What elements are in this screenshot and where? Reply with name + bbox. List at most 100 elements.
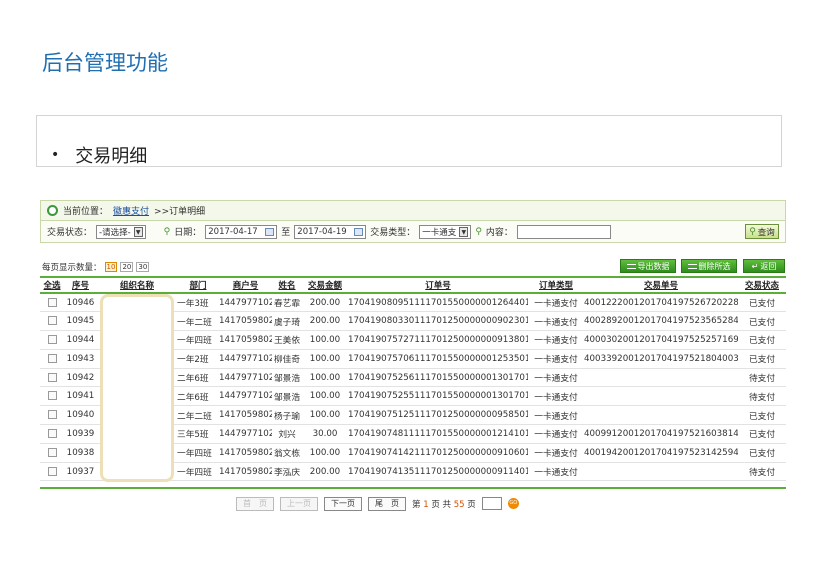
- department: 一年二班: [177, 311, 219, 332]
- page-jump-input[interactable]: [481, 497, 502, 510]
- export-button[interactable]: 导出数据: [620, 259, 676, 273]
- row-checkbox[interactable]: [47, 428, 57, 438]
- customer-name: 柳佳奇: [272, 349, 302, 369]
- merchant-id: 1447977102: [219, 368, 272, 388]
- calendar-icon[interactable]: [354, 227, 364, 236]
- page-size-20[interactable]: 20: [120, 262, 134, 272]
- row-checkbox[interactable]: [47, 447, 57, 457]
- merchant-id: 1447977102: [219, 349, 272, 369]
- delete-selected-button[interactable]: 删除所选: [681, 259, 737, 273]
- column-header[interactable]: 交易状态: [738, 277, 786, 294]
- page-size-30[interactable]: 30: [136, 262, 150, 272]
- column-header[interactable]: 序号: [64, 277, 97, 294]
- select-all-header[interactable]: 全选: [40, 277, 64, 294]
- row-checkbox[interactable]: [47, 372, 57, 382]
- row-checkbox-cell: [40, 405, 64, 426]
- delete-icon: [687, 263, 697, 269]
- transaction-status: 已支付: [738, 443, 786, 463]
- breadcrumb-link[interactable]: 徽惠支付: [113, 204, 149, 217]
- merchant-id: 1447977102: [219, 386, 272, 407]
- transaction-number: 4001222001201704197526720228: [584, 293, 738, 313]
- pagination: 首 页 上一页 下一页 尾 页 第 1 页 共 55 页 GO: [236, 496, 519, 511]
- merchant-id: 1417059802: [219, 311, 272, 332]
- department: 二年6班: [177, 386, 219, 407]
- transaction-status: 待支付: [738, 462, 786, 482]
- column-header[interactable]: 交易金额: [302, 277, 348, 294]
- merchant-id: 1417059802: [219, 443, 272, 463]
- row-checkbox[interactable]: [47, 353, 57, 363]
- order-number: 170419080330111701250000000902301: [348, 311, 528, 332]
- column-header[interactable]: 订单号: [348, 277, 528, 294]
- row-id: 10941: [64, 386, 97, 407]
- bullet: •: [51, 147, 60, 163]
- amount: 200.00: [302, 462, 348, 482]
- customer-name: 邹景浩: [272, 368, 302, 388]
- transaction-number: [584, 462, 738, 482]
- date-label: 日期：: [174, 228, 202, 238]
- row-checkbox[interactable]: [47, 391, 57, 401]
- date-to-value: 2017-04-19: [297, 226, 347, 237]
- header-label: 序号: [71, 281, 89, 291]
- page-size-label: 每页显示数量：: [42, 263, 102, 273]
- order-number: 170419075125111701250000000958501: [348, 405, 528, 426]
- row-id: 10939: [64, 424, 97, 444]
- column-header[interactable]: 商户号: [219, 277, 272, 294]
- column-header[interactable]: 组织名称: [97, 277, 177, 294]
- export-button-label: 导出数据: [637, 261, 670, 271]
- row-checkbox-cell: [40, 349, 64, 369]
- page-info: 第 1 页 共 55 页: [412, 498, 476, 510]
- transaction-status: 已支付: [738, 405, 786, 426]
- delete-button-label: 删除所选: [698, 261, 731, 271]
- amount: 100.00: [302, 349, 348, 369]
- status-select[interactable]: -请选择- ▼: [96, 224, 146, 239]
- first-page-button[interactable]: 首 页: [236, 496, 274, 511]
- header-label: 订单号: [425, 281, 451, 291]
- row-checkbox[interactable]: [47, 297, 57, 307]
- order-type: 一卡通支付: [528, 405, 584, 426]
- header-label: 订单类型: [538, 281, 573, 291]
- last-page-button[interactable]: 尾 页: [368, 496, 406, 511]
- type-select-value: 一卡通支: [422, 227, 457, 238]
- date-to-input[interactable]: 2017-04-19: [294, 224, 367, 239]
- row-checkbox[interactable]: [47, 316, 57, 326]
- page-info-mid: 页 共: [431, 499, 452, 510]
- transaction-status: 已支付: [738, 330, 786, 350]
- date-from-input[interactable]: 2017-04-17: [205, 224, 278, 239]
- row-checkbox[interactable]: [47, 410, 57, 420]
- column-header[interactable]: 姓名: [272, 277, 302, 294]
- transaction-number: 4009912001201704197521603814: [584, 424, 738, 444]
- amount: 200.00: [302, 311, 348, 332]
- customer-name: 虞子琦: [272, 311, 302, 332]
- row-id: 10945: [64, 311, 97, 332]
- current-page: 1: [423, 499, 429, 510]
- column-header[interactable]: 部门: [177, 277, 219, 294]
- prev-page-button[interactable]: 上一页: [280, 496, 318, 511]
- row-id: 10944: [64, 330, 97, 350]
- row-id: 10942: [64, 368, 97, 388]
- column-header[interactable]: 订单类型: [528, 277, 584, 294]
- back-button[interactable]: ↵ 返回: [743, 259, 785, 273]
- content-input[interactable]: [516, 224, 611, 239]
- row-checkbox-cell: [40, 330, 64, 350]
- row-checkbox[interactable]: [47, 334, 57, 344]
- query-button[interactable]: ⚲ 查询: [745, 224, 779, 239]
- transaction-number: [584, 386, 738, 407]
- date-from-value: 2017-04-17: [208, 226, 258, 237]
- transaction-status: 待支付: [738, 386, 786, 407]
- transaction-number: 4003392001201704197521804003: [584, 349, 738, 369]
- next-page-button[interactable]: 下一页: [324, 496, 362, 511]
- order-number: 170419074811111701550000001214101: [348, 424, 528, 444]
- merchant-id: 1417059802: [219, 462, 272, 482]
- column-header[interactable]: 交易单号: [584, 277, 738, 294]
- go-button[interactable]: GO: [507, 498, 519, 509]
- transaction-status: 已支付: [738, 349, 786, 369]
- header-label: 组织名称: [119, 281, 154, 291]
- order-number: 170419074142111701250000000910601: [348, 443, 528, 463]
- transaction-status: 已支付: [738, 293, 786, 313]
- page-size-10[interactable]: 10: [104, 262, 118, 272]
- row-checkbox[interactable]: [47, 466, 57, 476]
- order-type: 一卡通支付: [528, 443, 584, 463]
- type-select[interactable]: 一卡通支 ▼: [419, 224, 472, 239]
- order-number: 170419075727111701250000000913801: [348, 330, 528, 350]
- calendar-icon[interactable]: [265, 227, 275, 236]
